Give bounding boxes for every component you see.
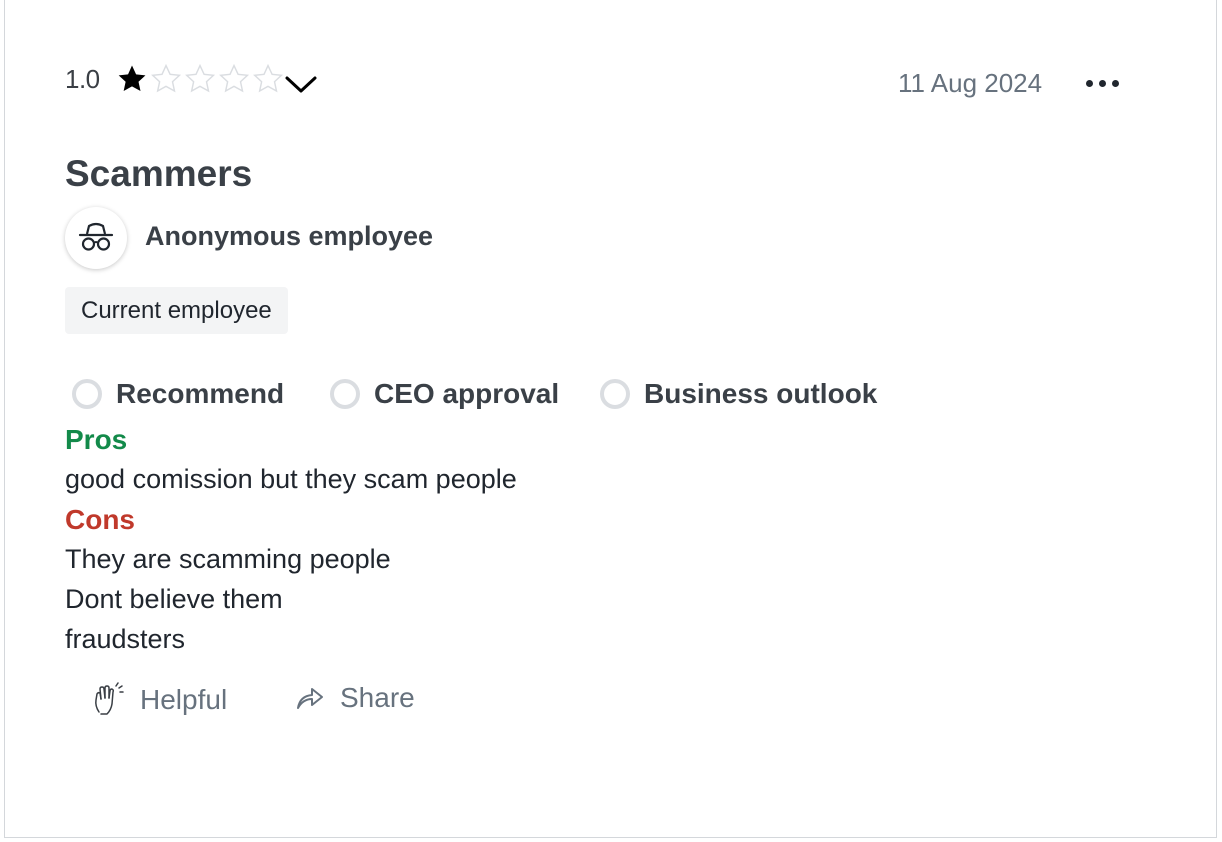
more-dot-icon — [1112, 80, 1119, 87]
employment-status-tag: Current employee — [65, 287, 288, 334]
review-title: Scammers — [65, 153, 253, 194]
ceo-approval-label: CEO approval — [374, 378, 560, 409]
employment-status-label: Current employee — [81, 296, 272, 324]
share-arrow-icon — [297, 688, 323, 709]
business-outlook-label: Business outlook — [644, 378, 878, 409]
star-rating — [115, 62, 285, 96]
helpful-button[interactable]: Helpful — [92, 682, 227, 718]
review-date: 11 Aug 2024 — [898, 68, 1043, 98]
more-dot-icon — [1099, 80, 1106, 87]
pros-heading: Pros — [65, 424, 128, 455]
empty-circle-icon — [330, 379, 360, 409]
anonymous-user-icon — [78, 222, 114, 251]
cons-heading: Cons — [65, 504, 135, 535]
helpful-label: Helpful — [140, 684, 228, 715]
share-label: Share — [340, 682, 415, 713]
ceo-approval-indicator: CEO approval — [330, 378, 559, 410]
more-dot-icon — [1086, 80, 1093, 87]
star-empty-icon — [219, 63, 250, 93]
author-name: Anonymous employee — [145, 221, 434, 251]
star-empty-icon — [253, 63, 284, 93]
recommend-indicator: Recommend — [72, 378, 284, 410]
rating-value: 1.0 — [65, 64, 100, 94]
chevron-down-icon[interactable] — [283, 72, 319, 96]
cons-text-line: fraudsters — [65, 624, 186, 654]
high-five-icon — [95, 682, 124, 715]
avatar — [65, 207, 127, 269]
cons-text-line: They are scamming people — [65, 544, 391, 574]
business-outlook-indicator: Business outlook — [600, 378, 877, 410]
more-options-button[interactable] — [1086, 80, 1119, 87]
cons-text-line: Dont believe them — [65, 584, 283, 614]
empty-circle-icon — [72, 379, 102, 409]
star-empty-icon — [151, 63, 182, 93]
recommend-label: Recommend — [116, 378, 285, 409]
pros-text: good comission but they scam people — [65, 464, 517, 494]
star-filled-icon — [118, 65, 146, 92]
star-empty-icon — [185, 63, 216, 93]
empty-circle-icon — [600, 379, 630, 409]
share-button[interactable]: Share — [294, 682, 415, 714]
